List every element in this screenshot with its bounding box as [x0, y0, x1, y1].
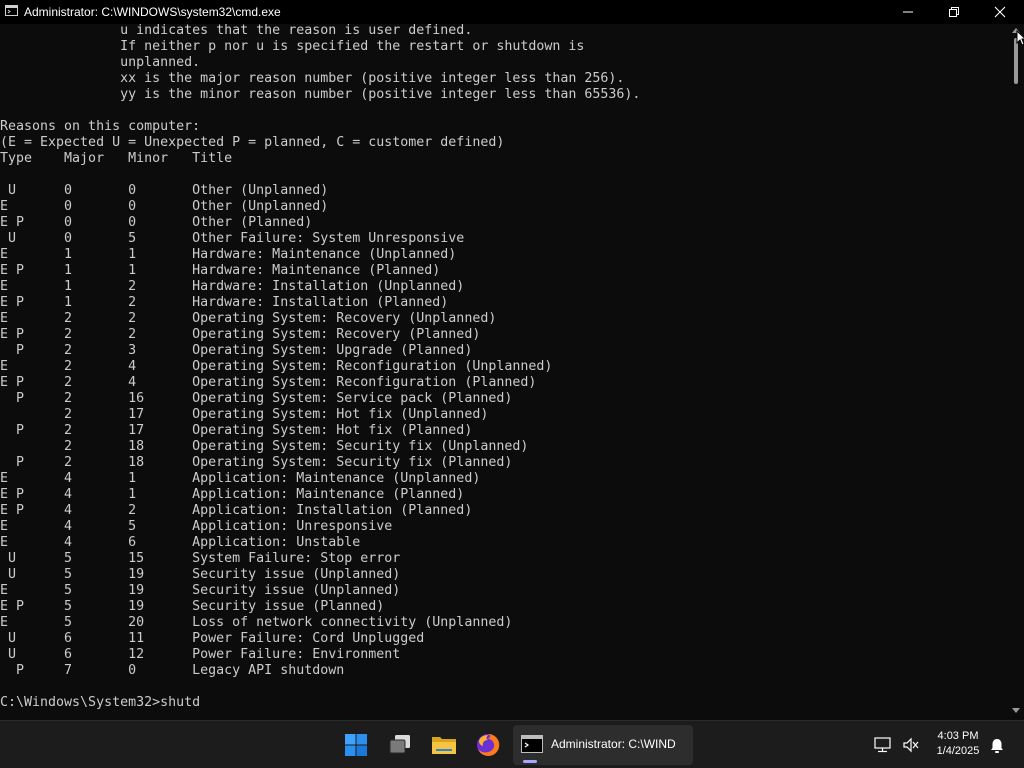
- terminal-text: u indicates that the reason is user defi…: [0, 24, 1008, 711]
- volume-muted-icon: [903, 737, 919, 753]
- notifications-button[interactable]: [986, 725, 1008, 765]
- terminal-line: If neither p nor u is specified the rest…: [120, 39, 585, 54]
- terminal-line: P 2 3 Operating System: Upgrade (Planned…: [16, 343, 473, 358]
- close-icon: [994, 6, 1006, 18]
- terminal-line: E P 4 1 Application: Maintenance (Planne…: [0, 487, 465, 502]
- terminal-line: E 2 4 Operating System: Reconfiguration …: [0, 359, 553, 374]
- network-icon: [874, 737, 891, 753]
- terminal-line: E P 1 2 Hardware: Installation (Planned): [0, 295, 449, 310]
- close-button[interactable]: [977, 0, 1023, 24]
- terminal-line: P 7 0 Legacy API shutdown: [16, 663, 345, 678]
- terminal-output-area[interactable]: u indicates that the reason is user defi…: [0, 24, 1008, 720]
- network-button[interactable]: [870, 725, 898, 765]
- bell-icon: [991, 739, 1003, 753]
- file-explorer-button[interactable]: [424, 725, 464, 765]
- active-app-label: Administrator: C:\WIND: [551, 737, 676, 751]
- scroll-down-arrow-icon[interactable]: [1012, 708, 1020, 714]
- firefox-button[interactable]: [468, 725, 508, 765]
- title-bar[interactable]: Administrator: C:\WINDOWS\system32\cmd.e…: [0, 0, 1024, 24]
- terminal-line: E 0 0 Other (Unplanned): [0, 199, 329, 214]
- terminal-line: E P 1 1 Hardware: Maintenance (Planned): [0, 263, 441, 278]
- terminal-line: E 5 20 Loss of network connectivity (Unp…: [0, 615, 513, 630]
- terminal-line: E 4 6 Application: Unstable: [0, 535, 361, 550]
- terminal-line: xx is the major reason number (positive …: [120, 71, 625, 86]
- terminal-line: E P 2 2 Operating System: Recovery (Plan…: [0, 327, 481, 342]
- terminal-line: yy is the minor reason number (positive …: [120, 87, 641, 102]
- firefox-icon: [477, 733, 500, 756]
- terminal-line: E 4 1 Application: Maintenance (Unplanne…: [0, 471, 481, 486]
- minimize-icon: [903, 11, 913, 13]
- terminal-line: E 2 2 Operating System: Recovery (Unplan…: [0, 311, 497, 326]
- terminal-line: U 0 0 Other (Unplanned): [8, 183, 329, 198]
- terminal-line: 2 17 Operating System: Hot fix (Unplanne…: [64, 407, 489, 422]
- terminal-line: 2 18 Operating System: Security fix (Unp…: [64, 439, 529, 454]
- command-prompt: C:\Windows\System32>: [0, 695, 161, 710]
- terminal-line: unplanned.: [120, 55, 201, 70]
- terminal-line: P 2 16 Operating System: Service pack (P…: [16, 391, 513, 406]
- window-title: Administrator: C:\WINDOWS\system32\cmd.e…: [24, 5, 281, 19]
- file-explorer-icon: [432, 737, 456, 754]
- terminal-line: U 5 15 System Failure: Stop error: [8, 551, 401, 566]
- mouse-cursor-icon: [1016, 30, 1024, 46]
- start-button[interactable]: [336, 725, 376, 765]
- clock-date: 1/4/2025: [936, 745, 980, 757]
- active-app-indicator: [523, 760, 537, 763]
- command-input[interactable]: shutd: [160, 695, 200, 710]
- restore-icon: [949, 7, 959, 17]
- minimize-button[interactable]: [885, 0, 931, 24]
- task-view-button[interactable]: [380, 725, 420, 765]
- terminal-line: P 2 17 Operating System: Hot fix (Planne…: [16, 423, 473, 438]
- terminal-line: E P 2 4 Operating System: Reconfiguratio…: [0, 375, 537, 390]
- terminal-line: E 4 5 Application: Unresponsive: [0, 519, 393, 534]
- terminal-line: E 1 2 Hardware: Installation (Unplanned): [0, 279, 465, 294]
- terminal-line: U 5 19 Security issue (Unplanned): [8, 567, 401, 582]
- clock-time: 4:03 PM: [937, 730, 979, 742]
- taskbar-app-cmd[interactable]: Administrator: C:\WIND: [513, 725, 693, 765]
- terminal-line: E 5 19 Security issue (Unplanned): [0, 583, 401, 598]
- terminal-line: Type Major Minor Title: [0, 151, 233, 166]
- taskbar: Administrator: C:\WIND 4:03 PM 1/4/2025: [0, 720, 1024, 768]
- terminal-line: E P 4 2 Application: Installation (Plann…: [0, 503, 473, 518]
- terminal-line: (E = Expected U = Unexpected P = planned…: [0, 135, 505, 150]
- terminal-icon: [521, 735, 543, 753]
- terminal-line: P 2 18 Operating System: Security fix (P…: [16, 455, 513, 470]
- terminal-line: E P 5 19 Security issue (Planned): [0, 599, 385, 614]
- terminal-line: U 0 5 Other Failure: System Unresponsive: [8, 231, 465, 246]
- terminal-line: U 6 11 Power Failure: Cord Unplugged: [8, 631, 425, 646]
- maximize-button[interactable]: [931, 0, 977, 24]
- vertical-scrollbar[interactable]: [1008, 24, 1024, 720]
- terminal-line: E P 0 0 Other (Planned): [0, 215, 313, 230]
- terminal-line: E 1 1 Hardware: Maintenance (Unplanned): [0, 247, 457, 262]
- task-view-icon: [389, 735, 410, 754]
- system-clock[interactable]: 4:03 PM 1/4/2025: [928, 729, 988, 759]
- terminal-line: u indicates that the reason is user defi…: [120, 24, 473, 38]
- terminal-line: U 6 12 Power Failure: Environment: [8, 647, 401, 662]
- command-output: u indicates that the reason is user defi…: [0, 24, 640, 678]
- terminal-line: Reasons on this computer:: [0, 119, 201, 134]
- cmd-app-icon: [5, 5, 18, 16]
- windows-start-icon: [345, 734, 367, 756]
- volume-button[interactable]: [898, 725, 924, 765]
